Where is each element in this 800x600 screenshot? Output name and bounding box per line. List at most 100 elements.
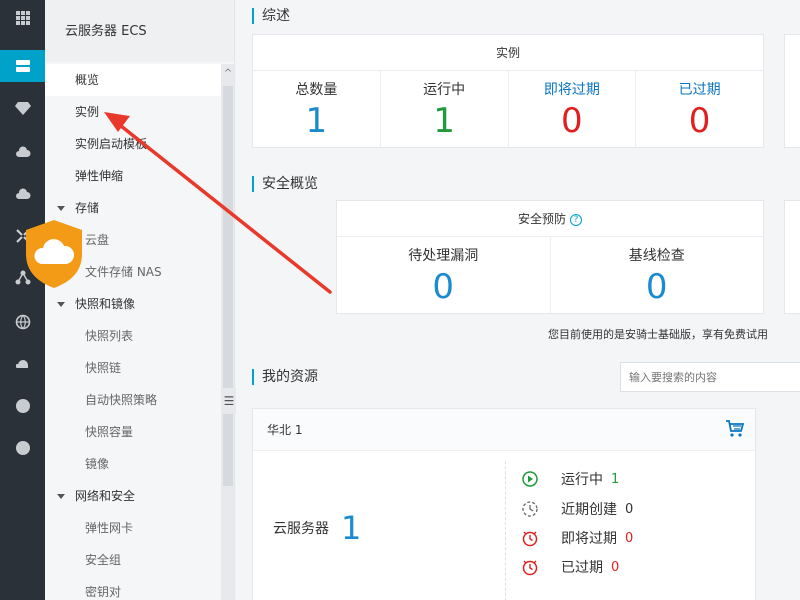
sidebar-item-16[interactable]: 密钥对: [45, 576, 221, 600]
overview-title: 综述: [252, 8, 290, 24]
alarm-icon: [522, 531, 538, 547]
ecs-count-value[interactable]: 1: [341, 509, 361, 547]
ecs-count-label: 云服务器: [273, 521, 329, 537]
instance-expiring[interactable]: 即将过期 0: [509, 71, 637, 147]
stat-running[interactable]: 运行中 1: [521, 467, 619, 491]
security-panel-partial: [784, 200, 800, 314]
stat-recent-label: 近期创建: [561, 502, 617, 518]
sidebar-item-label: 自动快照策略: [85, 393, 158, 407]
sidebar-item-label: 弹性伸缩: [75, 169, 124, 183]
sidebar-item-label: 快照列表: [85, 329, 134, 343]
overview-panel-partial: [784, 34, 800, 148]
circle-icon[interactable]: [0, 432, 45, 464]
sidebar-item-9[interactable]: 快照链: [45, 352, 221, 384]
resources-title: 我的资源: [252, 369, 318, 385]
sidebar-item-label: 实例: [75, 105, 100, 119]
main-content: 综述 实例 总数量 1 运行中 1 即将过期 0 已过期 0 安全概览 安全预防…: [236, 0, 800, 600]
circle-icon[interactable]: [0, 390, 45, 422]
stat-running-label: 运行中: [561, 472, 603, 488]
instance-expired[interactable]: 已过期 0: [636, 71, 763, 147]
stat-expired-value[interactable]: 0: [611, 560, 619, 575]
baseline-check-label: 基线检查: [628, 248, 685, 264]
sidebar-item-0[interactable]: 概览: [45, 64, 221, 96]
stat-running-value[interactable]: 1: [611, 472, 619, 487]
divider: [505, 461, 506, 600]
sidebar-menu: 概览 实例 实例启动模板 弹性伸缩 存储 云盘 文件存储 NAS 快照和镜像 快照列表 快照链 自动…: [45, 64, 221, 600]
security-title: 安全概览: [252, 176, 318, 192]
sidebar-scrollbar[interactable]: ^: [221, 64, 234, 600]
baseline-check[interactable]: 基线检查 0: [551, 237, 764, 313]
sidebar-item-7-group[interactable]: 快照和镜像: [45, 288, 221, 320]
scroll-thumb[interactable]: [223, 86, 233, 486]
cart-icon[interactable]: [725, 419, 745, 439]
sidebar-item-label: 弹性网卡: [85, 521, 134, 535]
sidebar-item-label: 快照容量: [85, 425, 134, 439]
globe-icon[interactable]: [0, 306, 45, 338]
search-input[interactable]: [620, 362, 800, 392]
sidebar-item-label: 实例启动模板: [75, 137, 148, 151]
play-circle-icon: [522, 471, 538, 487]
instance-expired-link[interactable]: 已过期: [636, 79, 763, 99]
instance-total-value[interactable]: 1: [253, 99, 380, 143]
region-card: 华北 1 云服务器 1 运行中 1 近期创建 0 即将过期 0 已过期 0: [252, 408, 756, 600]
ecs-count[interactable]: 云服务器 1: [273, 509, 361, 547]
instances-panel: 实例 总数量 1 运行中 1 即将过期 0 已过期 0: [252, 34, 764, 148]
instance-expiring-value[interactable]: 0: [509, 99, 636, 143]
clock-icon: [522, 501, 538, 517]
sidebar-item-label: 快照和镜像: [75, 297, 136, 311]
diamond-icon[interactable]: [0, 92, 45, 124]
baseline-check-value[interactable]: 0: [551, 265, 764, 309]
instance-total[interactable]: 总数量 1: [253, 71, 381, 147]
instance-expiring-link[interactable]: 即将过期: [509, 79, 636, 99]
cloud-upload-icon[interactable]: [0, 136, 45, 168]
security-head-label: 安全预防: [517, 212, 566, 226]
caret-down-icon[interactable]: [57, 301, 65, 307]
instance-running[interactable]: 运行中 1: [381, 71, 509, 147]
sidebar-item-label: 网络和安全: [75, 489, 136, 503]
cloud-icon[interactable]: [0, 178, 45, 210]
collapse-sidebar-icon[interactable]: ☰: [222, 388, 236, 414]
icon-rail: [0, 0, 45, 600]
grid-icon[interactable]: [0, 2, 45, 34]
stat-expired[interactable]: 已过期 0: [521, 555, 619, 579]
help-icon[interactable]: ?: [570, 214, 582, 226]
stat-expired-label: 已过期: [561, 560, 603, 576]
stat-recent[interactable]: 近期创建 0: [521, 497, 633, 521]
region-head: 华北 1: [253, 409, 755, 451]
stat-expiring-value[interactable]: 0: [625, 531, 633, 546]
pending-vulns[interactable]: 待处理漏洞 0: [337, 237, 551, 313]
support-icon[interactable]: [0, 348, 45, 380]
pending-vulns-label: 待处理漏洞: [408, 248, 479, 264]
sidebar-item-8[interactable]: 快照列表: [45, 320, 221, 352]
instance-running-value[interactable]: 1: [381, 99, 508, 143]
server-icon[interactable]: [0, 50, 45, 82]
instance-expired-value[interactable]: 0: [636, 99, 763, 143]
instances-head: 实例: [253, 35, 763, 71]
sidebar-item-label: 概览: [75, 73, 100, 87]
sidebar-title: 云服务器 ECS: [45, 0, 234, 62]
sidebar-item-12[interactable]: 镜像: [45, 448, 221, 480]
sidebar-item-13-group[interactable]: 网络和安全: [45, 480, 221, 512]
sidebar-item-1[interactable]: 实例: [45, 96, 221, 128]
stat-expiring[interactable]: 即将过期 0: [521, 526, 633, 550]
sidebar-item-15[interactable]: 安全组: [45, 544, 221, 576]
sidebar-item-2[interactable]: 实例启动模板: [45, 128, 221, 160]
instance-total-label: 总数量: [295, 82, 338, 98]
pending-vulns-value[interactable]: 0: [337, 265, 550, 309]
sidebar-item-3[interactable]: 弹性伸缩: [45, 160, 221, 192]
security-panel: 安全预防? 待处理漏洞 0 基线检查 0: [336, 200, 764, 314]
stat-recent-value[interactable]: 0: [625, 502, 633, 517]
alarm-icon: [522, 560, 538, 576]
scroll-up-icon[interactable]: ^: [221, 66, 234, 80]
sidebar-item-label: 文件存储 NAS: [85, 265, 162, 279]
sidebar-item-10[interactable]: 自动快照策略: [45, 384, 221, 416]
sidebar-item-14[interactable]: 弹性网卡: [45, 512, 221, 544]
caret-down-icon[interactable]: [57, 205, 65, 211]
stat-expiring-label: 即将过期: [561, 531, 617, 547]
instance-running-label: 运行中: [423, 82, 466, 98]
security-note: 您目前使用的是安骑士基础版，享有免费试用: [548, 328, 768, 341]
caret-down-icon[interactable]: [57, 493, 65, 499]
sidebar: 云服务器 ECS 概览 实例 实例启动模板 弹性伸缩 存储 云盘 文件存储 NAS 快照和镜像…: [45, 0, 235, 600]
security-shield-icon: [26, 220, 82, 288]
sidebar-item-11[interactable]: 快照容量: [45, 416, 221, 448]
